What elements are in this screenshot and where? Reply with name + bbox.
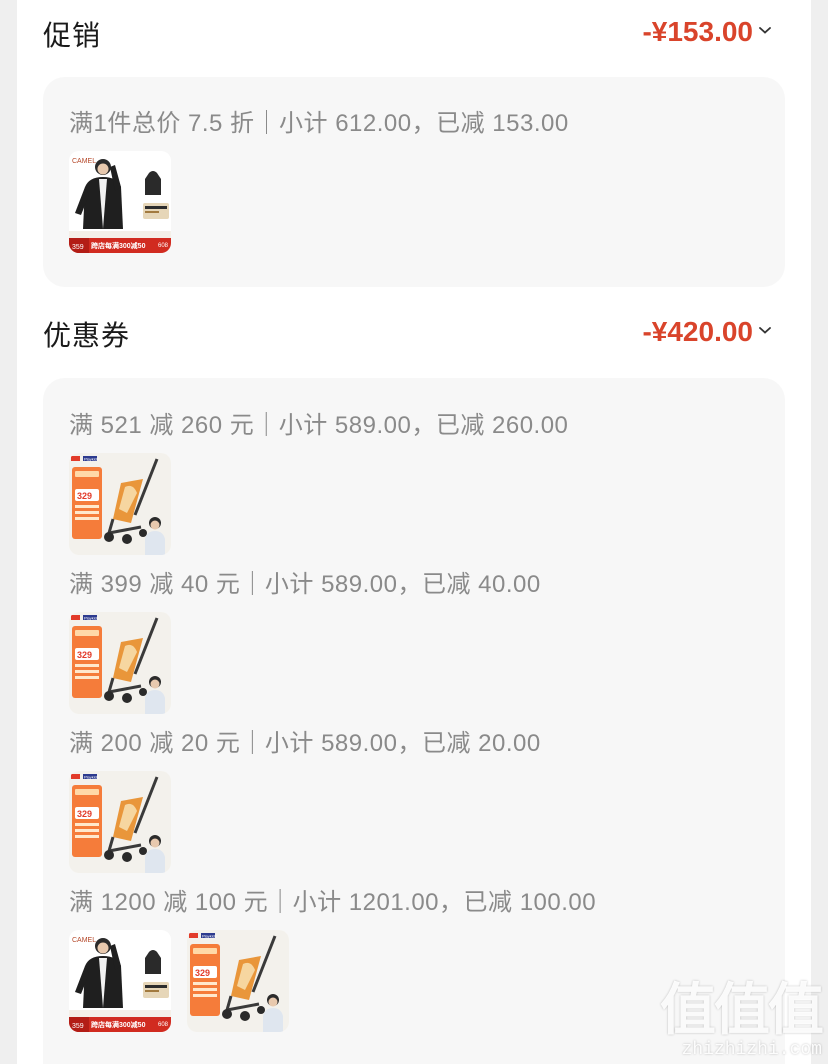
jacket-price: 359 — [72, 1023, 84, 1030]
stroller-price: 329 — [77, 491, 92, 501]
stroller-brand: Playkids — [202, 933, 217, 938]
product-thumbnail-stroller[interactable]: Playkids 329 — [69, 612, 171, 714]
jacket-price: 359 — [72, 244, 84, 251]
order-discount-panel: 促销 -¥153.00 满1件总价 7.5 折｜小计 612.00，已减 153… — [17, 0, 811, 1064]
brand-logo-text: CAMEL — [72, 937, 96, 944]
promotion-card: 满1件总价 7.5 折｜小计 612.00，已减 153.00 CAMEL 35… — [43, 77, 785, 287]
stroller-price: 329 — [77, 809, 92, 819]
brand-logo-text: CAMEL — [72, 158, 96, 165]
jacket-banner: 跨店每满300减50 — [91, 1020, 146, 1029]
jacket-product-image: CAMEL 359 跨店每满300减50 608 — [69, 151, 171, 253]
jacket-badge: 608 — [158, 1022, 169, 1028]
product-thumbnail-stroller[interactable]: Playkids 329 — [69, 453, 171, 555]
product-thumbnail-stroller[interactable]: Playkids 329 — [187, 930, 289, 1032]
stroller-brand: Playkids — [84, 774, 99, 779]
product-thumbnail-stroller[interactable]: Playkids 329 — [69, 771, 171, 873]
stroller-price: 329 — [195, 968, 210, 978]
stroller-product-image: Playkids 329 — [69, 771, 171, 873]
watermark: 值值值 zhizhizhi.com — [660, 978, 824, 1061]
product-thumbnail-jacket[interactable]: CAMEL 359 跨店每满300减50 608 — [69, 151, 171, 253]
promotion-rule-text: 满1件总价 7.5 折｜小计 612.00，已减 153.00 — [69, 110, 569, 137]
jacket-badge: 608 — [158, 243, 169, 249]
stroller-product-image: Playkids 329 — [187, 930, 289, 1032]
watermark-logo: 值值值 — [660, 978, 824, 1041]
coupon-amount: -¥420.00 — [642, 316, 753, 347]
coupon-title: 优惠券 — [43, 320, 131, 351]
coupon-card: 满 521 减 260 元｜小计 589.00，已减 260.00 Playki… — [43, 378, 785, 1064]
chevron-down-icon[interactable] — [757, 322, 773, 338]
coupon-header[interactable]: 优惠券 -¥420.00 — [17, 300, 811, 360]
jacket-product-image: CAMEL 359 跨店每满300减50 608 — [69, 930, 171, 1032]
jacket-banner: 跨店每满300减50 — [91, 241, 146, 250]
promotion-amount: -¥153.00 — [642, 16, 753, 47]
promotion-title: 促销 — [43, 20, 102, 51]
chevron-down-icon[interactable] — [757, 22, 773, 38]
coupon-rule-text: 满 200 减 20 元｜小计 589.00，已减 20.00 — [69, 730, 541, 757]
stroller-product-image: Playkids 329 — [69, 453, 171, 555]
stroller-price: 329 — [77, 650, 92, 660]
promotion-header[interactable]: 促销 -¥153.00 — [17, 0, 811, 60]
product-thumbnail-jacket[interactable]: CAMEL 359 跨店每满300减50 608 — [69, 930, 171, 1032]
coupon-rule-text: 满 1200 减 100 元｜小计 1201.00，已减 100.00 — [69, 889, 597, 916]
coupon-rule-text: 满 399 减 40 元｜小计 589.00，已减 40.00 — [69, 571, 541, 598]
watermark-url: zhizhizhi.com — [681, 1040, 822, 1060]
stroller-brand: Playkids — [84, 615, 99, 620]
stroller-product-image: Playkids 329 — [69, 612, 171, 714]
coupon-rule-text: 满 521 减 260 元｜小计 589.00，已减 260.00 — [69, 412, 569, 439]
stroller-brand: Playkids — [84, 456, 99, 461]
